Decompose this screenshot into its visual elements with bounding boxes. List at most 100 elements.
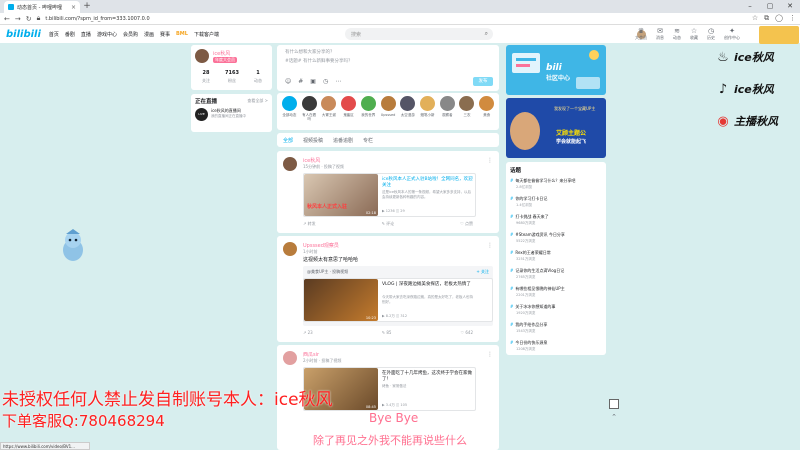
profile-name[interactable]: ice秋风	[213, 50, 230, 57]
topic-item[interactable]: # 你的学习打卡日记 1.4亿浏览	[510, 196, 604, 208]
composer-input[interactable]: #话题# 有什么新鲜事要分享吗？	[285, 58, 352, 64]
nav-anime[interactable]: 番剧	[65, 31, 75, 38]
up-avatar-item[interactable]: Upsssed	[380, 96, 397, 127]
back-icon[interactable]: ←	[4, 15, 10, 23]
comment-button[interactable]: ✎ 评论	[382, 221, 395, 227]
video-card[interactable]: 秋风本人正式入驻 02:18 ice秋风本人正式入驻B站啦！全网同名，欢迎关注 …	[303, 173, 476, 217]
up-avatar-item[interactable]: 美食	[478, 96, 495, 127]
topic-item[interactable]: # 关于冰冰你想知道的事 1920万浏览	[510, 304, 604, 316]
forwarded-author[interactable]: @美食UP主 · 投稿视频	[307, 269, 348, 275]
new-tab-button[interactable]: +	[82, 1, 92, 12]
up-avatar-item[interactable]: 全部动态	[281, 96, 298, 127]
up-avatar-item[interactable]: 鬼畜区	[340, 96, 357, 127]
search-input[interactable]: 搜索 ⌕	[345, 28, 493, 40]
tab-all[interactable]: 全部	[283, 137, 293, 144]
dynamics-button[interactable]: ≋ 动态	[673, 27, 681, 41]
reload-icon[interactable]: ↻	[26, 15, 32, 23]
post-menu-icon[interactable]: ⋮	[487, 242, 493, 249]
comment-button[interactable]: ✎ 85	[382, 330, 392, 335]
search-icon[interactable]: ⌕	[485, 30, 488, 38]
forward-icon[interactable]: →	[15, 15, 21, 23]
maximize-button[interactable]: ▢	[760, 0, 780, 13]
like-button[interactable]: ♡ 点赞	[460, 221, 473, 227]
tab-articles[interactable]: 专栏	[363, 137, 373, 144]
promo-banner[interactable]: 我发现了一个宝藏UP主 艾顾主题公 学会就能起飞	[506, 98, 606, 158]
up-avatar-item[interactable]: 大胃王谢	[320, 96, 337, 127]
live-avatar[interactable]: LIVE	[195, 108, 208, 121]
favorites-button[interactable]: ☆ 收藏	[690, 27, 698, 41]
community-banner[interactable]: bili 社区中心	[506, 45, 606, 95]
topic-item[interactable]: # Rex的王者荣耀日常 3251万浏览	[510, 250, 604, 262]
stat-following[interactable]: 28 关注	[193, 70, 219, 84]
messages-button[interactable]: ✉ 消息	[656, 27, 664, 41]
post-author[interactable]: 西瓜sir	[303, 351, 319, 358]
follow-button[interactable]: + 关注	[476, 269, 489, 275]
share-button[interactable]: ↗ 23	[303, 330, 313, 335]
nav-games[interactable]: 游戏中心	[97, 31, 117, 38]
bilibili-logo[interactable]: bilibili	[6, 29, 41, 40]
lock-icon[interactable]: 🔒︎	[37, 14, 41, 23]
topic-item[interactable]: # #Steam游戏资讯 今日分享 5522万浏览	[510, 232, 604, 244]
nav-download[interactable]: 下载客户端	[194, 31, 219, 38]
topic-item[interactable]: # 记录你的生活点滴Vlog日记 2765万浏览	[510, 268, 604, 280]
minimize-button[interactable]: –	[740, 0, 760, 13]
share-button[interactable]: ↗ 转发	[303, 221, 316, 227]
post-author[interactable]: Upsssed观察员	[303, 242, 339, 249]
image-icon[interactable]: ▣	[310, 78, 316, 85]
video-title[interactable]: ice秋风本人正式入驻B站啦！全网同名，欢迎关注	[382, 177, 474, 189]
more-icon[interactable]: ⋯	[335, 78, 341, 85]
up-avatar-item[interactable]: 有人在看吗	[301, 96, 318, 127]
vip-button[interactable]: ♛ 大会员	[635, 27, 647, 41]
post-author[interactable]: ice秋风	[303, 157, 320, 164]
up-avatar-item[interactable]: 蜡笔小新	[419, 96, 436, 127]
tab-bangumi[interactable]: 追番追剧	[333, 137, 353, 144]
tab-close-icon[interactable]: ×	[71, 4, 76, 11]
tab-videos[interactable]: 视频投稿	[303, 137, 323, 144]
video-title[interactable]: 在外面吃了十几年烤鱼，这次终于学会在家做了！	[382, 371, 474, 383]
stat-dynamics[interactable]: 1 动态	[245, 70, 271, 84]
post-menu-icon[interactable]: ⋮	[487, 157, 493, 164]
nav-matches[interactable]: 赛事	[160, 31, 170, 38]
qr-code-icon[interactable]	[609, 399, 619, 409]
bookmark-star-icon[interactable]: ☆	[752, 14, 758, 23]
post-avatar[interactable]	[283, 351, 297, 365]
stat-followers[interactable]: 7163 粉丝	[219, 70, 245, 84]
topic-item[interactable]: # 今日份的快乐源泉 1208万浏览	[510, 340, 604, 352]
video-thumbnail[interactable]: 10:23	[304, 279, 378, 321]
post-avatar[interactable]	[283, 157, 297, 171]
topic-item[interactable]: # 每天都在偷偷学习什么？来分享吧 2.8亿浏览	[510, 178, 604, 190]
forwarded-post[interactable]: @美食UP主 · 投稿视频 + 关注 10:23 VLOG | 深夜路边摊美食探…	[303, 266, 493, 326]
menu-icon[interactable]: ⋮	[789, 14, 796, 23]
nav-bml[interactable]: BML	[176, 31, 188, 37]
like-button[interactable]: ♡ 642	[461, 330, 474, 335]
up-avatar-item[interactable]: 太空漫游	[399, 96, 416, 127]
up-avatar-item[interactable]: 三农	[459, 96, 476, 127]
topic-item[interactable]: # 我的手绘作品分享 1543万浏览	[510, 322, 604, 334]
topic-item[interactable]: # 打卡挑战 春天来了 9680万浏览	[510, 214, 604, 226]
creator-center-button[interactable]: ✦ 创作中心	[724, 27, 740, 41]
live-more-link[interactable]: 查看全部 >	[247, 98, 268, 104]
post-menu-icon[interactable]: ⋮	[487, 351, 493, 358]
video-thumbnail[interactable]: 秋风本人正式入驻 02:18	[304, 174, 378, 216]
topic-item[interactable]: # 有哪些相见恨晚的神仙UP主 2201万浏览	[510, 286, 604, 298]
back-to-top-icon[interactable]: ⌃	[609, 413, 619, 423]
video-card[interactable]: 10:23 VLOG | 深夜路边摊美食探店，老板太热情了 今天带大家去吃深夜路…	[303, 278, 493, 322]
emoji-icon[interactable]: ☺	[285, 78, 291, 85]
up-avatar-item[interactable]: 我的世界	[360, 96, 377, 127]
nav-live[interactable]: 直播	[81, 31, 91, 38]
browser-tab[interactable]: 动态首页 - 哔哩哔哩 ×	[4, 1, 80, 13]
post-avatar[interactable]	[283, 242, 297, 256]
schedule-icon[interactable]: ◷	[323, 78, 328, 85]
up-avatar-item[interactable]: 观察者	[439, 96, 456, 127]
topic-icon[interactable]: #	[298, 78, 303, 85]
nav-shop[interactable]: 会员购	[123, 31, 138, 38]
profile-avatar[interactable]	[195, 49, 209, 63]
extensions-icon[interactable]: ⧉	[764, 14, 769, 23]
nav-home[interactable]: 首页	[49, 31, 59, 38]
close-window-button[interactable]: ✕	[780, 0, 800, 13]
profile-icon[interactable]: ◯	[775, 14, 783, 23]
send-button[interactable]: 发布	[473, 77, 493, 86]
url-field[interactable]: t.bilibili.com/?spm_id_from=333.1007.0.0	[45, 16, 155, 22]
nav-comics[interactable]: 漫画	[144, 31, 154, 38]
video-title[interactable]: VLOG | 深夜路边摊美食探店，老板太热情了	[382, 282, 474, 288]
